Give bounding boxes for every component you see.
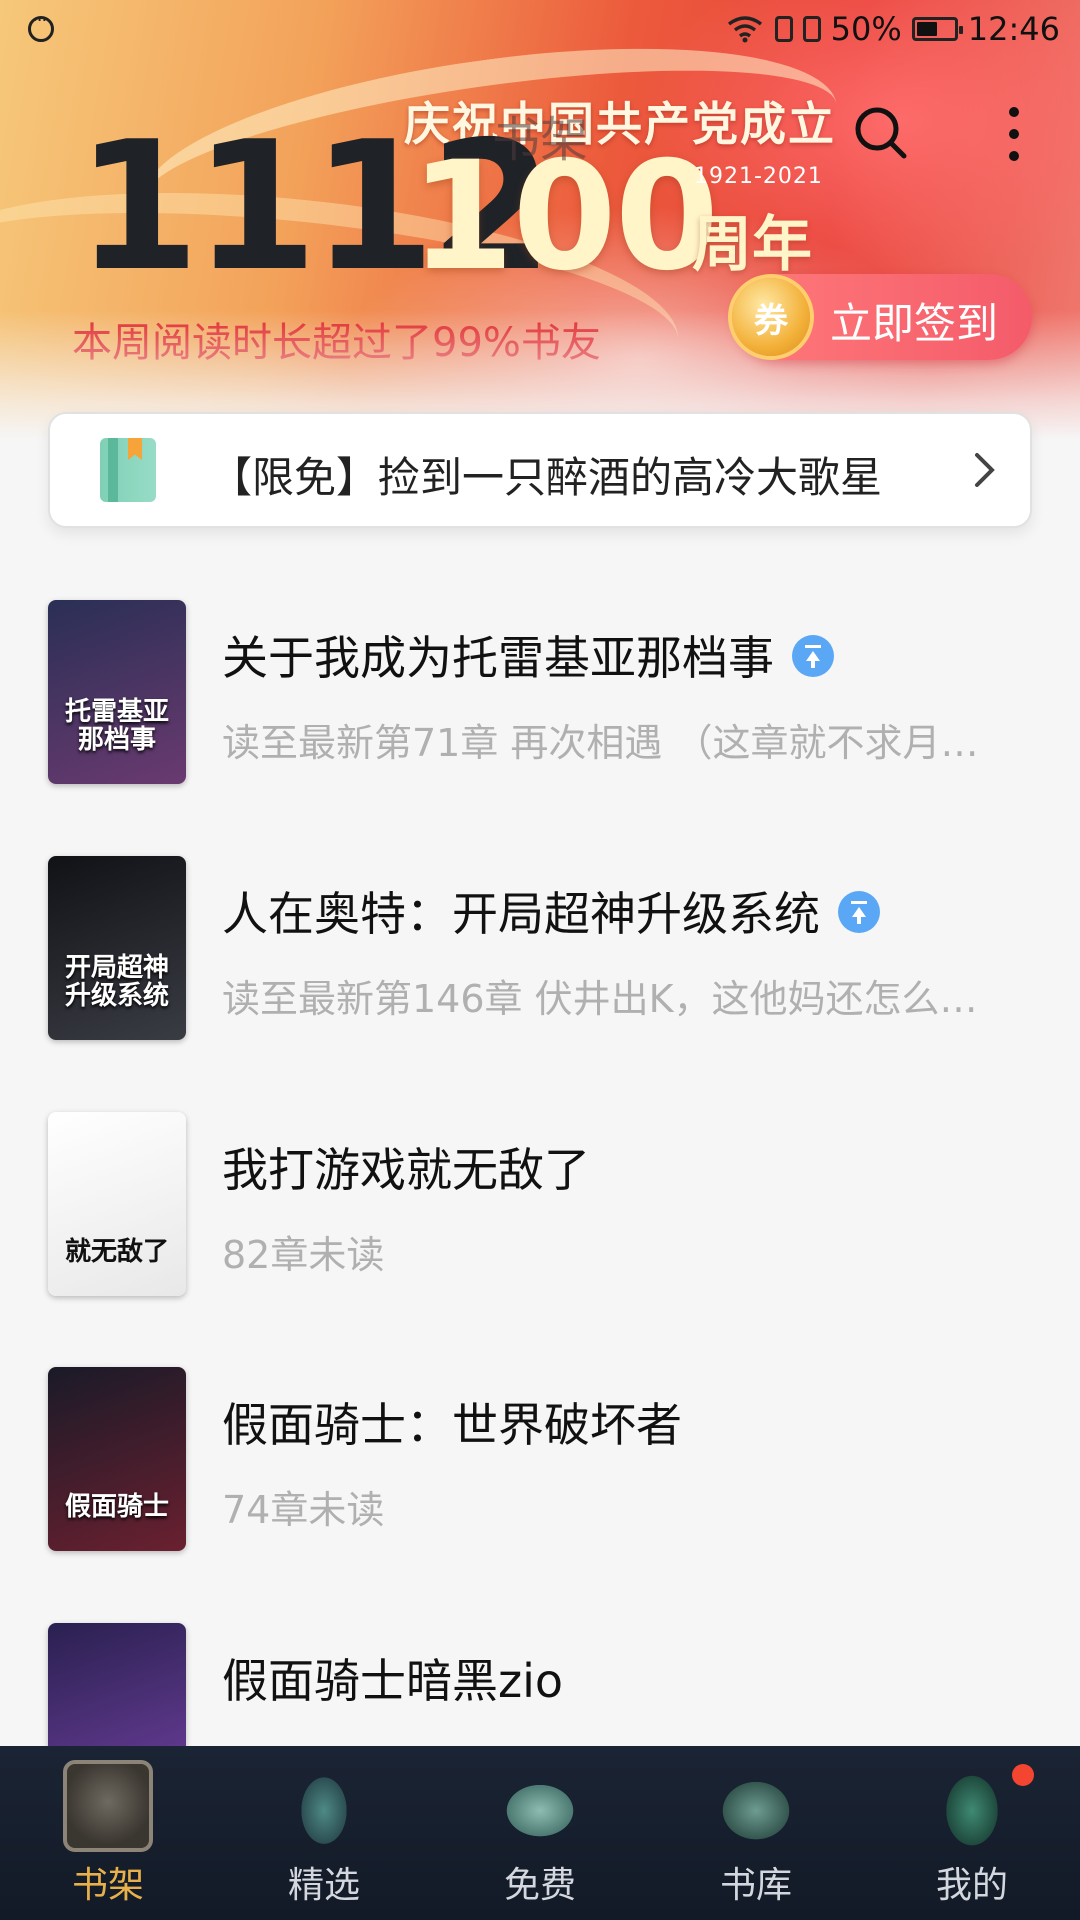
library-icon (711, 1760, 801, 1852)
featured-icon (279, 1760, 369, 1852)
anniversary-suffix: 周年 (692, 210, 812, 280)
book-progress: 读至最新第71章 再次相遇 （这章就不求月… (222, 721, 979, 765)
sim-card-icon (774, 16, 793, 42)
anniversary-years: 1921-2021 (694, 164, 823, 189)
book-item[interactable]: 开局超神升级系统 人在奥特：开局超神升级系统 读至最新第146章 伏井出K，这他… (0, 856, 1080, 1040)
clock: 12:46 (967, 10, 1060, 48)
signin-button-label: 立即签到 (830, 299, 999, 348)
book-progress: 读至最新第146章 伏井出K，这他妈还怎么… (222, 977, 978, 1021)
status-menu-icon (28, 10, 54, 42)
reading-stat-text: 本周阅读时长超过了99%书友 (72, 320, 601, 366)
book-progress: 74章未读 (222, 1488, 385, 1532)
book-title: 假面骑士暗黑zio (222, 1654, 564, 1708)
nav-tab-profile[interactable]: 我的 (864, 1746, 1080, 1920)
nav-label: 我的 (935, 1865, 1008, 1906)
nav-label: 精选 (287, 1865, 360, 1906)
book-title: 关于我成为托雷基亚那档事 (222, 622, 834, 688)
nav-tab-bookshelf[interactable]: 书架 (0, 1746, 216, 1920)
nav-tab-featured[interactable]: 精选 (216, 1746, 432, 1920)
chevron-right-icon (975, 453, 995, 487)
header-banner: 50% 12:46 庆祝中国共产党成立 1112 100 1921-2021 周… (0, 0, 1080, 440)
more-options-icon[interactable] (1000, 104, 1028, 164)
book-progress: 82章未读 (222, 1233, 385, 1277)
sim-card-icon (802, 16, 821, 42)
battery-percent: 50% (830, 10, 902, 48)
search-icon[interactable] (852, 104, 908, 160)
nav-label: 书库 (719, 1865, 792, 1906)
book-cover: 开局超神升级系统 (48, 856, 186, 1040)
status-bar: 50% 12:46 (0, 0, 1080, 62)
nav-tab-library[interactable]: 书库 (648, 1746, 864, 1920)
battery-icon (911, 17, 963, 41)
nav-tab-free[interactable]: 免费 (432, 1746, 648, 1920)
coupon-coin-icon: 券 (732, 278, 810, 356)
signin-button[interactable]: 券 立即签到 (732, 274, 1032, 360)
book-title: 人在奥特：开局超神升级系统 (222, 878, 880, 944)
promo-text: 【限免】捡到一只醉酒的高冷大歌星 (210, 453, 883, 502)
book-cover: 就无敌了 (48, 1112, 186, 1296)
free-icon (495, 1760, 585, 1852)
page-title: 书架 (492, 112, 589, 168)
update-badge-icon (838, 890, 880, 933)
free-promo-banner[interactable]: 【限免】捡到一只醉酒的高冷大歌星 (48, 412, 1032, 528)
wifi-icon (727, 16, 762, 43)
notification-dot (1012, 1764, 1034, 1786)
book-title: 我打游戏就无敌了 (222, 1143, 590, 1197)
update-badge-icon (792, 634, 834, 677)
nav-label: 书架 (71, 1865, 144, 1906)
bottom-navigation: 书架 精选 免费 书库 我的 (0, 1746, 1080, 1920)
book-item[interactable]: 假面骑士 假面骑士：世界破坏者 74章未读 (0, 1367, 1080, 1551)
bookshelf-icon (63, 1760, 153, 1852)
book-cover: 假面骑士 (48, 1367, 186, 1551)
book-cover: 托雷基亚那档事 (48, 600, 186, 784)
nav-label: 免费 (503, 1865, 576, 1906)
book-item[interactable]: 就无敌了 我打游戏就无敌了 82章未读 (0, 1112, 1080, 1296)
book-title: 假面骑士：世界破坏者 (222, 1398, 682, 1452)
book-item[interactable]: 托雷基亚那档事 关于我成为托雷基亚那档事 读至最新第71章 再次相遇 （这章就不… (0, 600, 1080, 784)
profile-icon (927, 1760, 1017, 1852)
book-icon (100, 438, 156, 502)
